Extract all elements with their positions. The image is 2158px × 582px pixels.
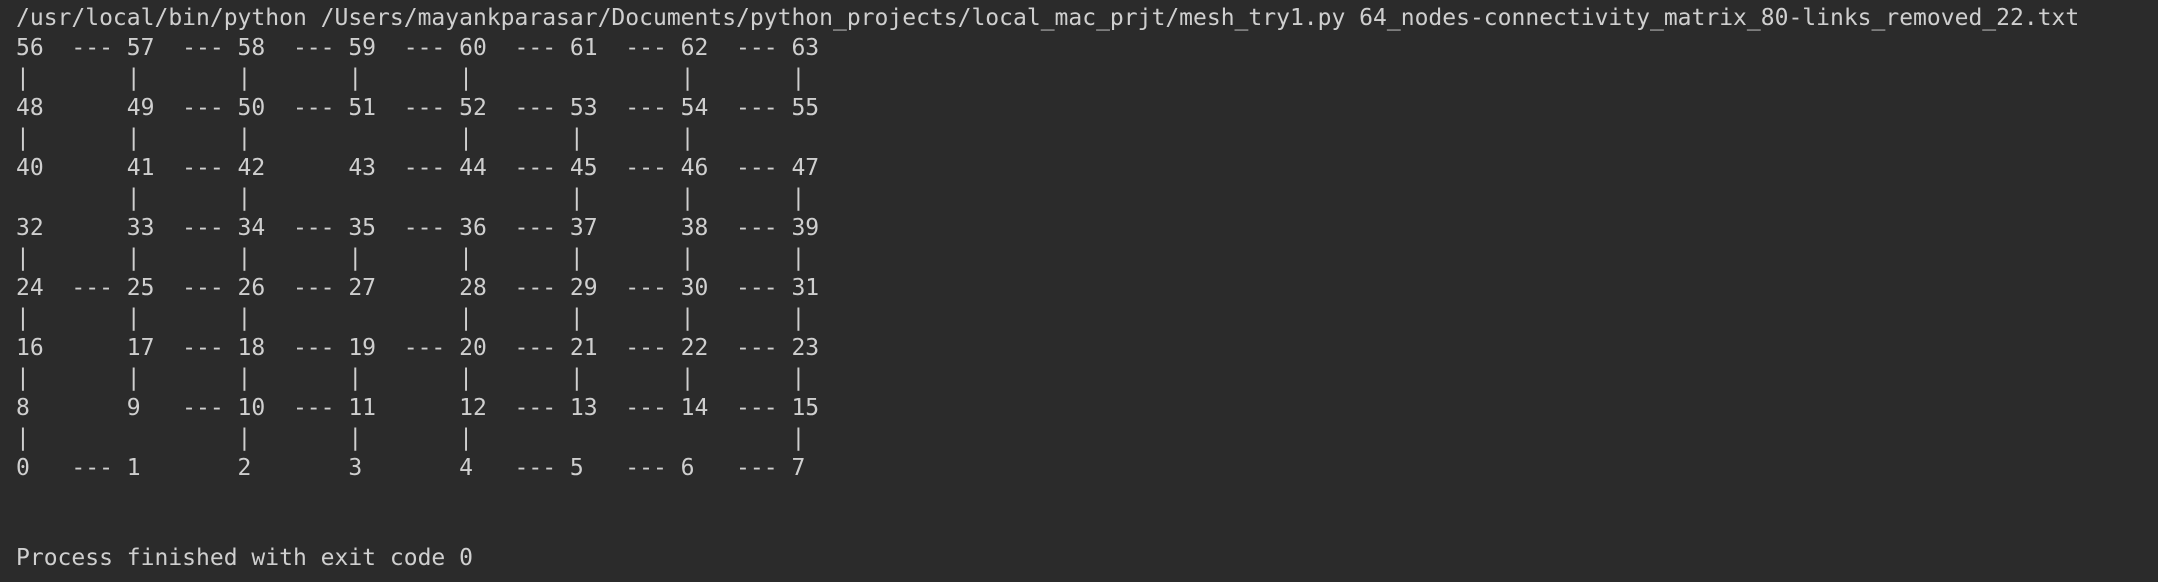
mesh-row-line: 32 33 --- 34 --- 35 --- 36 --- 37 38 ---… (16, 215, 820, 241)
mesh-row-line: 8 9 --- 10 --- 11 12 --- 13 --- 14 --- 1… (16, 395, 820, 421)
mesh-link-line: | | | | | (16, 185, 806, 211)
mesh-row-line: 0 --- 1 2 3 4 --- 5 --- 6 --- 7 (16, 455, 806, 481)
mesh-link-line: | | | | | | (16, 125, 695, 151)
mesh-link-line: | | | | | | | (16, 305, 806, 331)
mesh-row-line: 40 41 --- 42 43 --- 44 --- 45 --- 46 ---… (16, 155, 820, 181)
mesh-row-line: 16 17 --- 18 --- 19 --- 20 --- 21 --- 22… (16, 335, 820, 361)
exit-status-message: Process finished with exit code 0 (16, 545, 473, 571)
mesh-link-line: | | | | | | | | (16, 245, 806, 271)
mesh-row-line: 48 49 --- 50 --- 51 --- 52 --- 53 --- 54… (16, 95, 820, 121)
mesh-link-line: | | | | | (16, 425, 806, 451)
mesh-link-line: | | | | | | | | (16, 365, 806, 391)
mesh-link-line: | | | | | | | (16, 65, 806, 91)
mesh-row-line: 56 --- 57 --- 58 --- 59 --- 60 --- 61 --… (16, 35, 820, 61)
run-console-output: /usr/local/bin/python /Users/mayankparas… (0, 0, 2158, 582)
command-line: /usr/local/bin/python /Users/mayankparas… (16, 5, 2080, 31)
mesh-row-line: 24 --- 25 --- 26 --- 27 28 --- 29 --- 30… (16, 275, 820, 301)
